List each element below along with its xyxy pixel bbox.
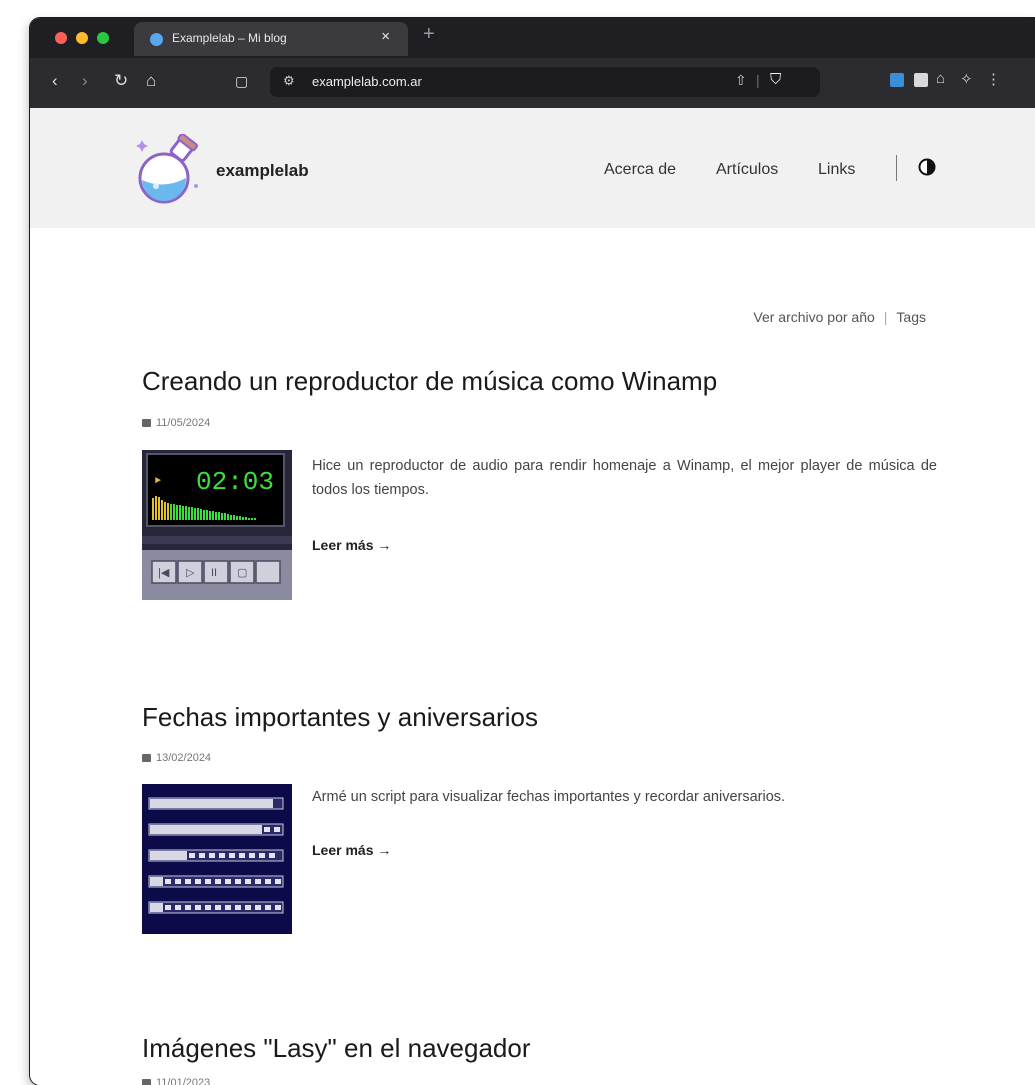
shield-icon[interactable]: ⛉ <box>770 71 781 88</box>
read-more-link[interactable]: Leer más → <box>312 537 391 553</box>
bookmark-icon[interactable]: ▢ <box>235 71 248 91</box>
tags-link[interactable]: Tags <box>896 309 926 325</box>
tab-close-button[interactable]: × <box>381 28 390 45</box>
svg-text:II: II <box>211 567 217 579</box>
browser-window: Examplelab – Mi blog × + ‹ › ↻ ⌂ ▢ ⚙ exa… <box>30 18 1035 1085</box>
forward-icon[interactable]: › <box>82 71 88 91</box>
more-menu-icon[interactable]: ⋮ <box>986 70 1001 88</box>
site-header: examplelab Acerca de Artículos Links <box>30 108 1035 228</box>
tab-active[interactable]: Examplelab – Mi blog × <box>134 22 408 56</box>
nav-acerca-de[interactable]: Acerca de <box>604 161 676 179</box>
new-tab-button[interactable]: + <box>423 23 435 46</box>
calendar-icon <box>142 754 151 762</box>
post-date-text: 11/01/2023 <box>156 1077 211 1085</box>
nav-divider <box>896 155 897 181</box>
nav-links[interactable]: Links <box>818 161 855 179</box>
site-info-icon[interactable]: ⚙ <box>283 73 295 89</box>
winamp-time: 02:03 <box>196 467 274 497</box>
theme-toggle-icon[interactable] <box>918 158 936 176</box>
close-window-button[interactable] <box>55 32 67 44</box>
calendar-icon <box>142 419 151 427</box>
address-separator: | <box>756 72 760 88</box>
share-icon[interactable]: ⇧ <box>735 72 747 89</box>
tab-title: Examplelab – Mi blog <box>172 31 287 45</box>
winamp-thumbnail[interactable]: ► 02:03 |◀ ▷ II ▢ <box>142 450 292 600</box>
archive-by-year-link[interactable]: Ver archivo por año <box>753 309 874 325</box>
archive-links: Ver archivo por año | Tags <box>753 309 926 325</box>
svg-text:►: ► <box>155 476 161 487</box>
tab-strip: Examplelab – Mi blog × + <box>30 18 1035 58</box>
back-icon[interactable]: ‹ <box>52 71 58 91</box>
extension-blue-icon[interactable] <box>890 73 904 87</box>
svg-text:▷: ▷ <box>186 567 195 579</box>
browser-toolbar: ‹ › ↻ ⌂ ▢ ⚙ examplelab.com.ar ⇧ | ⛉ ⌂ ✧ … <box>30 58 1035 108</box>
post-date: 11/05/2024 <box>142 417 210 429</box>
post-date-text: 13/02/2024 <box>156 752 212 764</box>
svg-text:▢: ▢ <box>237 567 247 579</box>
read-more-link[interactable]: Leer más → <box>312 842 391 858</box>
extension-page-icon[interactable] <box>914 73 928 87</box>
post-title[interactable]: Fechas importantes y aniversarios <box>142 702 538 733</box>
home-icon[interactable]: ⌂ <box>146 71 156 91</box>
post-date: 13/02/2024 <box>142 752 211 764</box>
post-title[interactable]: Creando un reproductor de música como Wi… <box>142 366 717 397</box>
calendar-icon <box>142 1079 151 1085</box>
archive-separator: | <box>883 309 888 325</box>
potion-logo-icon[interactable] <box>134 134 206 206</box>
post-title[interactable]: Imágenes "Lasy" en el navegador <box>142 1033 531 1064</box>
svg-text:|◀: |◀ <box>158 567 170 579</box>
post-date: 11/01/2023 <box>142 1077 210 1085</box>
maximize-window-button[interactable] <box>97 32 109 44</box>
site-brand[interactable]: examplelab <box>216 161 309 181</box>
dates-thumbnail[interactable] <box>142 784 292 934</box>
minimize-window-button[interactable] <box>76 32 88 44</box>
post-excerpt: Armé un script para visualizar fechas im… <box>312 789 786 805</box>
reload-icon[interactable]: ↻ <box>114 71 128 91</box>
site-favicon-icon <box>150 33 163 46</box>
url-text[interactable]: examplelab.com.ar <box>312 74 422 89</box>
post-excerpt: Hice un reproductor de audio para rendir… <box>312 458 937 498</box>
nav-articulos[interactable]: Artículos <box>716 161 778 179</box>
extensions-menu-icon[interactable]: ✧ <box>960 70 973 88</box>
post-date-text: 11/05/2024 <box>156 417 211 429</box>
extension-puzzle-icon[interactable]: ⌂ <box>936 70 945 87</box>
address-bar[interactable]: ⚙ examplelab.com.ar ⇧ | ⛉ <box>270 67 820 97</box>
